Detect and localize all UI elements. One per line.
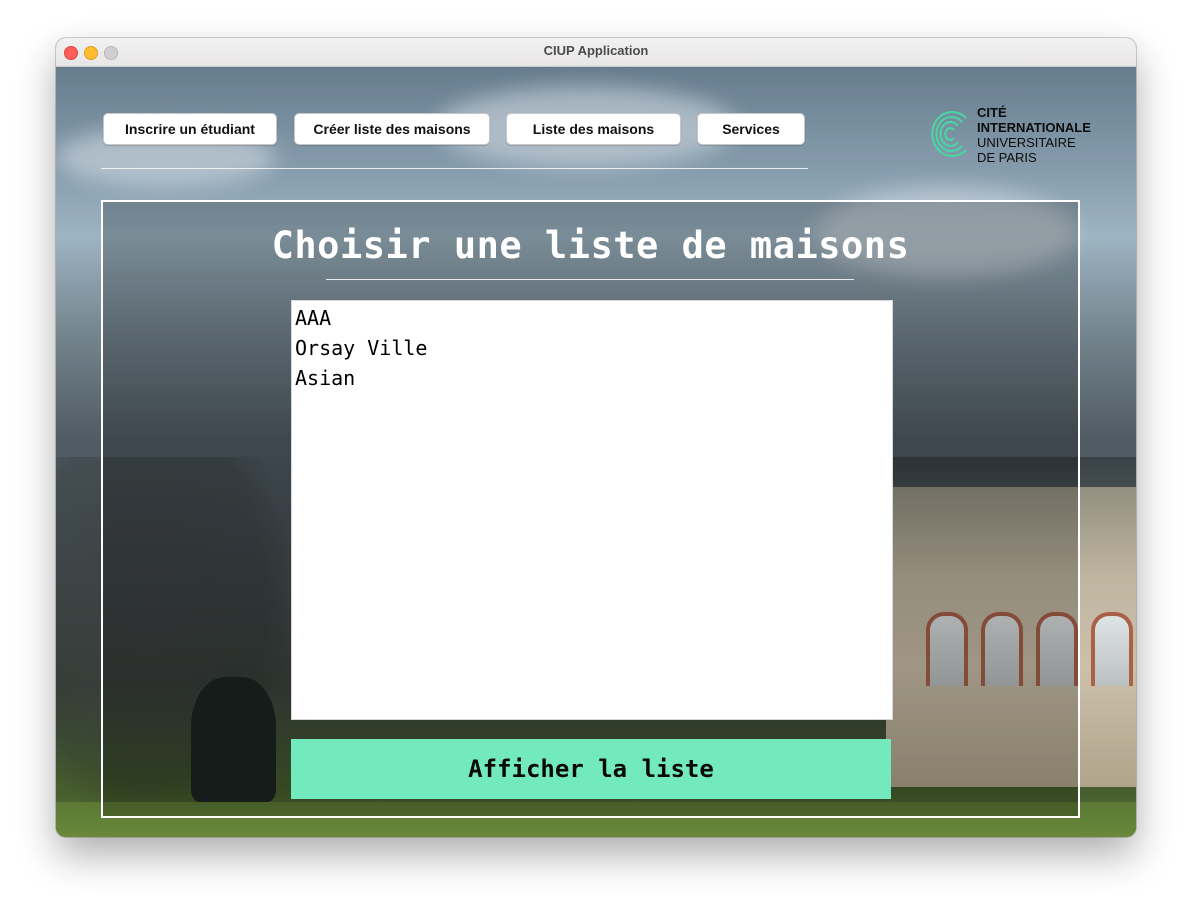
nav-services-button[interactable]: Services — [697, 113, 805, 145]
app-window: CIUP Application Inscrire un étudiant Cr… — [56, 38, 1136, 837]
app-content: Inscrire un étudiant Créer liste des mai… — [56, 67, 1136, 837]
main-panel: Choisir une liste de maisons AAA Orsay V… — [101, 200, 1080, 818]
logo-text-line: UNIVERSITAIRE — [977, 135, 1076, 150]
nav-liste-maisons-button[interactable]: Liste des maisons — [506, 113, 681, 145]
afficher-liste-button[interactable]: Afficher la liste — [291, 739, 891, 799]
nav-divider — [101, 168, 808, 169]
list-item[interactable]: Asian — [292, 363, 892, 393]
logo-text-line: DE PARIS — [977, 150, 1037, 165]
nav-inscrire-etudiant-button[interactable]: Inscrire un étudiant — [103, 113, 277, 145]
ciup-logo: CITÉ INTERNATIONALE UNIVERSITAIRE DE PAR… — [928, 104, 1118, 166]
page-title: Choisir une liste de maisons — [271, 224, 910, 267]
logo-text-line: INTERNATIONALE — [977, 120, 1091, 135]
list-item[interactable]: Orsay Ville — [292, 333, 892, 363]
list-item[interactable]: AAA — [292, 303, 892, 333]
title-divider — [326, 279, 854, 280]
title-bar: CIUP Application — [56, 38, 1136, 67]
nav-creer-liste-maisons-button[interactable]: Créer liste des maisons — [294, 113, 490, 145]
ciup-logo-mark-icon — [931, 111, 967, 157]
window-title: CIUP Application — [543, 43, 649, 58]
logo-text-line: CITÉ — [977, 105, 1007, 120]
house-list-box[interactable]: AAA Orsay Ville Asian — [291, 300, 893, 720]
